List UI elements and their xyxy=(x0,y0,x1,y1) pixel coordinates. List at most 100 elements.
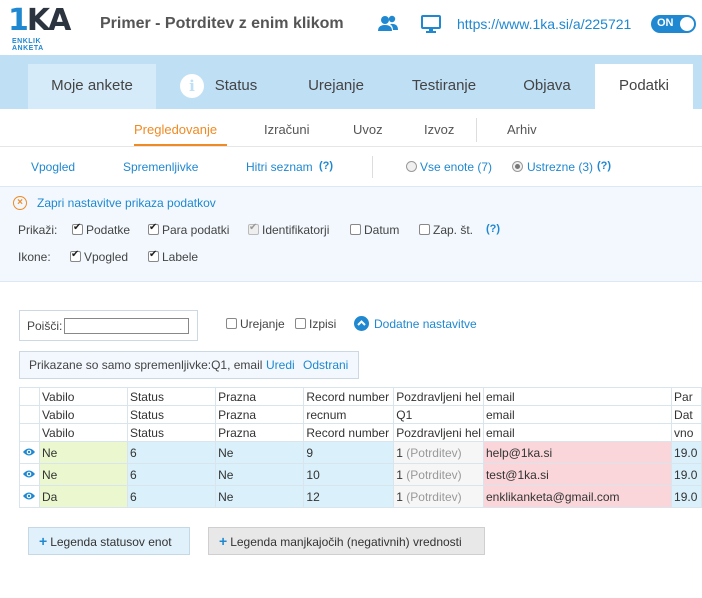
monitor-icon[interactable] xyxy=(420,14,442,34)
subtab-calculations[interactable]: Izračuni xyxy=(264,122,310,137)
subtab-import[interactable]: Uvoz xyxy=(353,122,383,137)
cell-q1[interactable]: 1 (Potrditev) xyxy=(393,485,484,508)
cell-q1[interactable]: 1 (Potrditev) xyxy=(393,463,484,486)
subtab-archive[interactable]: Arhiv xyxy=(507,122,537,137)
survey-active-toggle[interactable]: ON xyxy=(651,15,696,33)
tab-testing[interactable]: Testiranje xyxy=(398,64,490,109)
header-cell[interactable]: Status xyxy=(126,405,217,424)
table-row[interactable]: Ne 6 Ne 10 1 (Potrditev) test@1ka.si 19.0 xyxy=(19,463,702,486)
checkbox-editing[interactable] xyxy=(226,318,237,329)
checkbox-seq-number-label[interactable]: Zap. št. xyxy=(433,223,473,237)
edit-filter-link[interactable]: Uredi xyxy=(266,358,295,372)
checkbox-insight-icon[interactable] xyxy=(70,249,81,262)
header-cell[interactable]: Prazna xyxy=(215,405,305,424)
checkbox-data-label[interactable]: Podatke xyxy=(86,223,130,237)
radio-valid-units-label[interactable]: Ustrezne (3) xyxy=(527,160,593,174)
header-cell[interactable]: Dat xyxy=(671,405,702,424)
tab-data[interactable]: Podatki xyxy=(595,64,693,109)
cell-record-number[interactable]: 12 xyxy=(303,485,395,508)
logo[interactable]: 1KA ENKLIK ANKETA xyxy=(8,5,74,53)
checkbox-insight-icon-label[interactable]: Vpogled xyxy=(84,250,128,264)
tab-status[interactable]: Status xyxy=(200,64,272,109)
cell-para[interactable]: 19.0 xyxy=(671,485,702,508)
checkbox-date-label[interactable]: Datum xyxy=(364,223,399,237)
header-cell[interactable]: email xyxy=(482,423,673,442)
checkbox-seq-number[interactable] xyxy=(419,224,430,235)
checkbox-prints[interactable] xyxy=(295,318,306,329)
header-cell[interactable]: Pozdravljeni hel xyxy=(393,423,484,442)
checkbox-para-data-label[interactable]: Para podatki xyxy=(162,223,229,237)
cell-empty[interactable]: Ne xyxy=(215,441,305,464)
checkbox-editing-label[interactable]: Urejanje xyxy=(240,317,285,331)
units-help[interactable]: (?) xyxy=(597,160,611,172)
radio-valid-units[interactable] xyxy=(512,161,523,172)
q1-value: 1 xyxy=(396,467,403,482)
survey-url-link[interactable]: https://www.1ka.si/a/225721 xyxy=(457,16,631,32)
advanced-settings-link[interactable]: Dodatne nastavitve xyxy=(374,317,477,331)
cell-email[interactable]: enklikanketa@gmail.com xyxy=(482,485,673,508)
view-link-insight[interactable]: Vpogled xyxy=(31,160,75,174)
cell-status[interactable]: 6 xyxy=(126,463,217,486)
checkbox-labels-icon-label[interactable]: Labele xyxy=(162,250,198,264)
cell-q1[interactable]: 1 (Potrditev) xyxy=(393,441,484,464)
search-input[interactable] xyxy=(64,318,189,334)
header-cell[interactable]: email xyxy=(482,387,673,406)
header-cell[interactable]: Vabilo xyxy=(38,405,128,424)
cell-record-number[interactable]: 10 xyxy=(303,463,395,486)
header-cell[interactable]: Vabilo xyxy=(38,423,128,442)
checkbox-data[interactable] xyxy=(72,222,83,235)
quick-list-help[interactable]: (?) xyxy=(319,160,333,172)
cell-email[interactable]: help@1ka.si xyxy=(482,441,673,464)
checkbox-prints-label[interactable]: Izpisi xyxy=(309,317,336,331)
chevron-up-icon[interactable] xyxy=(354,316,369,331)
table-row[interactable]: Ne 6 Ne 9 1 (Potrditev) help@1ka.si 19.0 xyxy=(19,441,702,464)
cell-invitation[interactable]: Da xyxy=(38,485,128,508)
eye-icon[interactable] xyxy=(19,485,40,508)
cell-invitation[interactable]: Ne xyxy=(38,463,128,486)
cell-invitation[interactable]: Ne xyxy=(38,441,128,464)
legend-status-button[interactable]: + Legenda statusov enot xyxy=(28,527,190,555)
cell-status[interactable]: 6 xyxy=(126,441,217,464)
eye-icon[interactable] xyxy=(19,463,40,486)
close-settings-link[interactable]: Zapri nastavitve prikaza podatkov xyxy=(37,196,216,210)
header-cell[interactable]: Record number xyxy=(303,423,395,442)
checkbox-date[interactable] xyxy=(350,224,361,235)
header-cell[interactable]: Prazna xyxy=(215,423,305,442)
cell-email[interactable]: test@1ka.si xyxy=(482,463,673,486)
cell-status[interactable]: 6 xyxy=(126,485,217,508)
cell-empty[interactable]: Ne xyxy=(215,463,305,486)
tab-editing[interactable]: Urejanje xyxy=(296,64,376,109)
header-cell[interactable]: Par xyxy=(671,387,702,406)
cell-record-number[interactable]: 9 xyxy=(303,441,395,464)
radio-all-units[interactable] xyxy=(406,161,417,172)
legend-missing-button[interactable]: + Legenda manjkajočih (negativnih) vredno… xyxy=(208,527,485,555)
header-cell[interactable]: Status xyxy=(126,387,217,406)
view-link-quick-list[interactable]: Hitri seznam xyxy=(246,160,313,174)
cell-empty[interactable]: Ne xyxy=(215,485,305,508)
header-cell[interactable]: email xyxy=(482,405,673,424)
remove-filter-link[interactable]: Odstrani xyxy=(303,358,348,372)
header-cell[interactable]: Pozdravljeni hel xyxy=(393,387,484,406)
header-cell[interactable]: Vabilo xyxy=(38,387,128,406)
eye-icon[interactable] xyxy=(19,441,40,464)
checkbox-labels-icon[interactable] xyxy=(148,249,159,262)
header-cell[interactable]: vno xyxy=(671,423,702,442)
users-icon[interactable] xyxy=(377,14,399,34)
radio-all-units-label[interactable]: Vse enote (7) xyxy=(420,160,492,174)
header-cell[interactable]: Status xyxy=(126,423,217,442)
cell-para[interactable]: 19.0 xyxy=(671,463,702,486)
view-link-variables[interactable]: Spremenljivke xyxy=(123,160,198,174)
tab-my-surveys[interactable]: Moje ankete xyxy=(28,64,156,109)
header-cell[interactable]: recnum xyxy=(303,405,395,424)
header-cell[interactable]: Q1 xyxy=(393,405,484,424)
table-row[interactable]: Da 6 Ne 12 1 (Potrditev) enklikanketa@gmail.c… xyxy=(19,485,702,508)
subtab-export[interactable]: Izvoz xyxy=(424,122,454,137)
checkbox-para-data[interactable] xyxy=(148,222,159,235)
close-icon[interactable]: × xyxy=(13,196,27,210)
cell-para[interactable]: 19.0 xyxy=(671,441,702,464)
header-cell[interactable]: Prazna xyxy=(215,387,305,406)
header-cell[interactable]: Record number xyxy=(303,387,395,406)
tab-publish[interactable]: Objava xyxy=(510,64,584,109)
show-help[interactable]: (?) xyxy=(486,223,500,235)
subtab-browsing[interactable]: Pregledovanje xyxy=(134,122,217,137)
